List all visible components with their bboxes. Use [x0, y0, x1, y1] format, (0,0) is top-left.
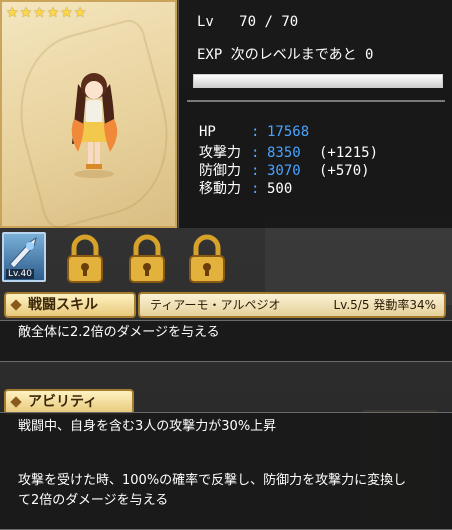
ability-line: て2倍のダメージを与える — [18, 493, 169, 508]
skill-name-bar: ティアーモ・アルペジオ Lv.5/5 発動率34% — [138, 292, 446, 318]
skill-level: Lv.5/5 — [333, 298, 370, 312]
stat-value: 500 — [267, 181, 293, 197]
skill-level-rate: Lv.5/5 発動率34% — [334, 294, 437, 316]
stat-panel: Lv 70 / 70 EXP 次のレベルまであと 0 HP:17568 攻撃力:… — [178, 0, 452, 228]
character-sprite — [71, 73, 118, 178]
lock-icon[interactable] — [62, 234, 108, 286]
star-icon: ★ — [46, 5, 60, 21]
stat-label: 移動力 — [199, 181, 241, 197]
star-icon: ★ — [33, 5, 46, 21]
weapon-level: Lv.40 — [6, 269, 34, 279]
stat-atk: 攻撃力:8350 (+1215) — [199, 142, 378, 162]
level-max: 70 — [281, 14, 299, 30]
skill-description: 敵全体に2.2倍のダメージを与える — [18, 325, 220, 340]
exp-remaining: 0 — [365, 47, 374, 63]
stat-mov: 移動力:500 — [199, 178, 319, 198]
star-icon: ★ — [73, 5, 87, 21]
exp-bar — [193, 74, 443, 88]
ability-line: 戦闘中、自身を含む3人の攻撃力が30%上昇 — [18, 419, 277, 434]
stat-value: 3070 — [267, 163, 301, 179]
exp-row: EXP 次のレベルまであと 0 — [197, 44, 373, 64]
exp-text: 次のレベルまであと — [230, 47, 357, 63]
star-icon: ★ — [60, 5, 73, 21]
level-row: Lv 70 / 70 — [197, 14, 298, 30]
skill-name: ティアーモ・アルペジオ — [150, 298, 281, 312]
weapon-icon — [9, 236, 37, 269]
stat-label: 防御力 — [199, 163, 241, 179]
stat-def: 防御力:3070 (+570) — [199, 160, 370, 180]
equipment-row: Lv.40 — [0, 230, 452, 286]
level-separator: / — [264, 14, 273, 30]
skill-section-label: 戦闘スキル — [4, 292, 136, 318]
stat-label: 攻撃力 — [199, 145, 241, 161]
divider — [187, 100, 445, 102]
character-portrait[interactable]: ★ ★ ★ ★ ★ ★ — [0, 0, 188, 232]
level-current: 70 — [239, 14, 257, 30]
lock-icon[interactable] — [124, 234, 170, 286]
lock-icon[interactable] — [184, 234, 230, 286]
star-icon: ★ — [19, 5, 33, 21]
exp-label: EXP — [197, 47, 223, 63]
stat-value: 17568 — [267, 124, 310, 140]
stat-hp: HP:17568 — [199, 124, 319, 140]
ability-description-box: 戦闘中、自身を含む3人の攻撃力が30%上昇 攻撃を受けた時、100%の確率で反撃… — [0, 412, 452, 530]
rarity-stars: ★ ★ ★ ★ ★ ★ — [6, 6, 86, 20]
skill-description-box: 敵全体に2.2倍のダメージを与える — [0, 320, 452, 362]
stat-value: 8350 — [267, 145, 301, 161]
stat-bonus: (+1215) — [319, 145, 379, 161]
skill-header: 戦闘スキル ティアーモ・アルペジオ Lv.5/5 発動率34% — [0, 292, 452, 318]
ability-line: 攻撃を受けた時、100%の確率で反撃し、防御力を攻撃力に変換し — [18, 473, 407, 488]
level-label: Lv — [197, 14, 214, 30]
skill-rate: 発動率34% — [373, 298, 436, 312]
exp-bar-fill — [194, 75, 442, 87]
star-icon: ★ — [6, 5, 19, 21]
stat-label: HP — [199, 124, 216, 140]
weapon-slot[interactable]: Lv.40 — [2, 232, 46, 282]
character-detail-screen: ★ ★ ★ ★ ★ ★ Lv 70 / 70 EXP 次のレベルまであと 0 H… — [0, 0, 452, 530]
stat-bonus: (+570) — [319, 163, 370, 179]
